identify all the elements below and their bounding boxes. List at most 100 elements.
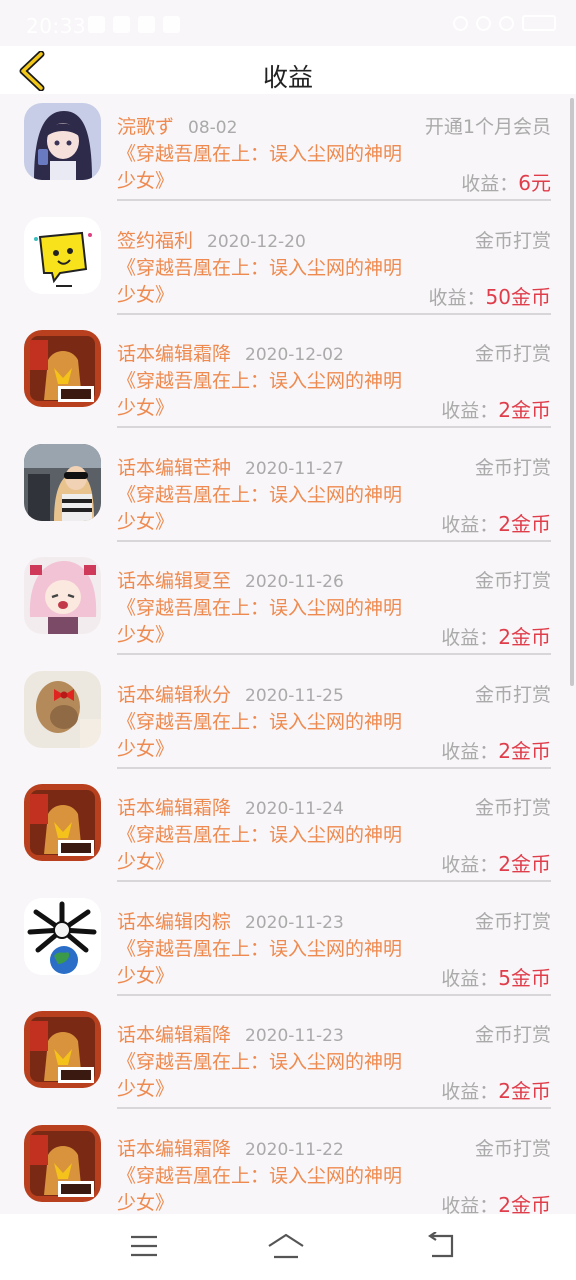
moon-icon	[499, 15, 514, 31]
divider	[117, 539, 551, 542]
status-bar: 20:33	[0, 0, 576, 46]
date: 08-02	[188, 118, 238, 138]
book-title[interactable]: 《穿越吾凰在上：误入尘网的神明少女》	[117, 595, 415, 649]
earning-label: 收益：	[428, 286, 486, 309]
menu-button[interactable]	[124, 1228, 164, 1264]
avatar	[24, 1124, 101, 1202]
book-title[interactable]: 《穿越吾凰在上：误入尘网的神明少女》	[117, 709, 415, 763]
sender-name: 话本编辑霜降 2020-11-23	[117, 1024, 344, 1046]
list-item[interactable]: 话本编辑霜降 2020-11-22 金币打赏 《穿越吾凰在上：误入尘网的神明少女》…	[0, 1116, 576, 1215]
app-icon	[138, 16, 155, 33]
home-icon	[268, 1233, 304, 1259]
earning-type: 金币打赏	[474, 1137, 551, 1160]
avatar	[24, 670, 101, 748]
earning-type: 金币打赏	[474, 683, 551, 706]
divider	[117, 766, 551, 769]
earning: 收益：50金币	[429, 281, 551, 310]
page-title: 收益	[262, 63, 313, 92]
map-pin-icon	[113, 16, 130, 33]
system-icons	[453, 15, 556, 31]
earning-label: 收益：	[441, 967, 499, 990]
avatar	[24, 784, 101, 861]
list-item[interactable]: 浣歌ず 08-02 开通1个月会员 《穿越吾凰在上：误入尘网的神明少女》 收益：6…	[0, 94, 576, 208]
book-title[interactable]: 《穿越吾凰在上：误入尘网的神明少女》	[117, 482, 415, 536]
earning-amount: 2金币	[498, 852, 551, 876]
earning-amount: 2金币	[498, 738, 551, 763]
sender-name: 话本编辑霜降 2020-11-24	[117, 797, 344, 819]
list-item[interactable]: 话本编辑霜降 2020-11-24 金币打赏 《穿越吾凰在上：误入尘网的神明少女》…	[0, 775, 576, 889]
sender-name: 签约福利 2020-12-20	[117, 229, 306, 252]
earning: 收益：2金币	[441, 1189, 551, 1215]
earning-label: 收益：	[441, 854, 499, 876]
earning: 收益：5金币	[441, 962, 551, 991]
book-title[interactable]: 《穿越吾凰在上：误入尘网的神明少女》	[117, 822, 415, 876]
divider	[117, 993, 551, 996]
earning-amount: 2金币	[498, 398, 551, 422]
earning-amount: 6元	[518, 171, 551, 195]
earning-label: 收益：	[441, 740, 499, 763]
divider	[117, 653, 551, 655]
book-title[interactable]: 《穿越吾凰在上：误入尘网的神明少女》	[117, 1049, 415, 1103]
sender-name: 话本编辑霜降 2020-11-22	[117, 1137, 344, 1160]
earning: 收益：2金币	[441, 1075, 551, 1104]
book-title[interactable]: 《穿越吾凰在上：误入尘网的神明少女》	[117, 141, 415, 195]
list-item[interactable]: 话本编辑肉粽 2020-11-23 金币打赏 《穿越吾凰在上：误入尘网的神明少女》…	[0, 889, 576, 1003]
avatar	[24, 1011, 101, 1088]
earnings-list[interactable]: 浣歌ず 08-02 开通1个月会员 《穿越吾凰在上：误入尘网的神明少女》 收益：6…	[0, 94, 576, 1214]
earning-type: 金币打赏	[474, 229, 551, 252]
divider	[117, 880, 551, 882]
sender-name: 话本编辑肉粽 2020-11-23	[117, 910, 344, 933]
menu-icon	[131, 1235, 157, 1257]
earning-amount: 2金币	[498, 511, 551, 536]
earning-type: 金币打赏	[474, 456, 551, 479]
system-back-button[interactable]	[420, 1228, 460, 1264]
earning-type: 金币打赏	[474, 570, 551, 592]
navigation-bar	[0, 1214, 576, 1280]
earning-amount: 2金币	[498, 1192, 551, 1215]
list-item[interactable]: 话本编辑秋分 2020-11-25 金币打赏 《穿越吾凰在上：误入尘网的神明少女》…	[0, 662, 576, 776]
earning: 收益：2金币	[441, 394, 551, 423]
earning-label: 收益：	[441, 1194, 499, 1215]
earning-type: 开通1个月会员	[424, 116, 551, 138]
earning: 收益：2金币	[441, 621, 551, 650]
divider	[117, 426, 551, 428]
book-title[interactable]: 《穿越吾凰在上：误入尘网的神明少女》	[117, 936, 415, 990]
star-icon	[163, 16, 180, 33]
notification-icons	[88, 16, 180, 34]
wifi-icon	[453, 15, 468, 31]
back-icon	[428, 1232, 454, 1258]
date: 2020-11-24	[245, 799, 344, 819]
date: 2020-11-27	[245, 458, 344, 479]
avatar	[24, 330, 101, 407]
book-title[interactable]: 《穿越吾凰在上：误入尘网的神明少女》	[117, 1163, 415, 1215]
date: 2020-11-22	[245, 1139, 344, 1160]
divider	[117, 199, 551, 201]
earning-amount: 2金币	[498, 1079, 551, 1103]
book-title[interactable]: 《穿越吾凰在上：误入尘网的神明少女》	[117, 255, 415, 309]
earning-type: 金币打赏	[474, 797, 551, 819]
earning-label: 收益：	[461, 173, 519, 195]
avatar	[24, 216, 101, 294]
avatar	[24, 103, 101, 180]
status-time: 20:33	[26, 14, 87, 38]
avatar	[24, 897, 101, 975]
earning-label: 收益：	[441, 400, 499, 422]
list-item[interactable]: 话本编辑霜降 2020-12-02 金币打赏 《穿越吾凰在上：误入尘网的神明少女》…	[0, 321, 576, 435]
scrollbar[interactable]	[570, 98, 574, 686]
date: 2020-12-20	[207, 231, 306, 252]
sender-name: 浣歌ず 08-02	[117, 116, 238, 138]
earning: 收益：2金币	[441, 848, 551, 877]
earning: 收益：2金币	[441, 735, 551, 764]
avatar	[24, 557, 101, 634]
list-item[interactable]: 话本编辑霜降 2020-11-23 金币打赏 《穿越吾凰在上：误入尘网的神明少女》…	[0, 1002, 576, 1116]
home-button[interactable]	[266, 1228, 306, 1264]
earning-label: 收益：	[441, 627, 499, 649]
list-item[interactable]: 话本编辑夏至 2020-11-26 金币打赏 《穿越吾凰在上：误入尘网的神明少女》…	[0, 548, 576, 662]
list-item[interactable]: 签约福利 2020-12-20 金币打赏 《穿越吾凰在上：误入尘网的神明少女》 收…	[0, 208, 576, 322]
list-item[interactable]: 话本编辑芒种 2020-11-27 金币打赏 《穿越吾凰在上：误入尘网的神明少女》…	[0, 435, 576, 549]
book-title[interactable]: 《穿越吾凰在上：误入尘网的神明少女》	[117, 368, 415, 422]
earning-amount: 50金币	[485, 284, 551, 309]
alarm-icon	[476, 15, 491, 31]
date: 2020-11-23	[245, 912, 344, 933]
earning-type: 金币打赏	[474, 910, 551, 933]
